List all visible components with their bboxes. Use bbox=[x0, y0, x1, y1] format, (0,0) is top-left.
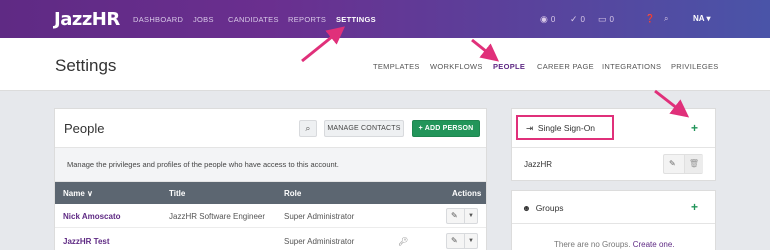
column-role-header: Role bbox=[284, 189, 302, 198]
search-icon[interactable]: ⌕ bbox=[664, 14, 668, 24]
groups-panel: ☻ Groups + There are no Groups. Create o… bbox=[511, 190, 716, 250]
nav-jobs[interactable]: JOBS bbox=[193, 15, 214, 24]
people-search-button[interactable]: ⌕ bbox=[299, 120, 317, 137]
pencil-icon[interactable]: ✎ bbox=[451, 236, 458, 245]
page-title: Settings bbox=[55, 56, 117, 75]
people-description-box: Manage the privileges and profiles of th… bbox=[55, 147, 486, 182]
sso-title: ⇥ Single Sign-On bbox=[526, 123, 595, 134]
manage-contacts-button[interactable]: MANAGE CONTACTS bbox=[324, 120, 404, 137]
trash-icon[interactable]: 🗑︎ bbox=[684, 155, 703, 173]
people-panel: People ⌕ MANAGE CONTACTS + ADD PERSON Ma… bbox=[54, 108, 487, 250]
settings-header: Settings TEMPLATES WORKFLOWS PEOPLE CARE… bbox=[0, 38, 770, 91]
person-title: JazzHR Software Engineer bbox=[169, 212, 266, 221]
tab-people[interactable]: PEOPLE bbox=[493, 62, 525, 71]
add-person-button[interactable]: + ADD PERSON bbox=[412, 120, 480, 137]
add-group-button[interactable]: + bbox=[691, 200, 698, 214]
column-actions-header: Actions bbox=[452, 189, 482, 198]
pencil-icon[interactable]: ✎ bbox=[451, 211, 458, 220]
tab-integrations[interactable]: INTEGRATIONS bbox=[602, 62, 661, 71]
person-name[interactable]: JazzHR Test bbox=[63, 237, 110, 246]
column-name-header[interactable]: Name ∨ bbox=[63, 189, 93, 198]
caret-down-icon: ▾ bbox=[706, 14, 711, 23]
nav-settings[interactable]: SETTINGS bbox=[336, 15, 376, 24]
people-title: People bbox=[64, 121, 105, 136]
tab-career-page[interactable]: CAREER PAGE bbox=[537, 62, 594, 71]
person-role: Super Administrator bbox=[284, 212, 355, 221]
app-logo[interactable]: JazzHR bbox=[54, 9, 120, 30]
sso-entry-actions: ✎ 🗑︎ bbox=[663, 154, 703, 174]
add-sso-button[interactable]: + bbox=[691, 121, 698, 135]
table-row: Nick Amoscato JazzHR Software Engineer S… bbox=[55, 204, 486, 228]
people-description: Manage the privileges and profiles of th… bbox=[67, 160, 339, 169]
check-icon: ✓ bbox=[570, 14, 578, 24]
tab-privileges[interactable]: PRIVILEGES bbox=[671, 62, 719, 71]
groups-body: There are no Groups. Create one. bbox=[512, 223, 715, 250]
views-indicator[interactable]: ◉ 0 bbox=[540, 14, 555, 25]
row-actions[interactable]: ✎ ▼ bbox=[446, 208, 478, 224]
pencil-icon[interactable]: ✎ bbox=[669, 159, 676, 168]
table-row: JazzHR Test Super Administrator 🔑︎ ✎ ▼ bbox=[55, 229, 486, 250]
checks-count: 0 bbox=[580, 15, 585, 24]
inbox-icon: ▭ bbox=[598, 14, 607, 24]
top-navbar: JazzHR DASHBOARD JOBS CANDIDATES REPORTS… bbox=[0, 0, 770, 38]
user-initials: NA bbox=[693, 14, 705, 23]
sso-entry-name: JazzHR bbox=[524, 160, 553, 169]
create-group-link[interactable]: Create one. bbox=[633, 240, 675, 249]
user-menu[interactable]: NA ▾ bbox=[693, 14, 711, 23]
nav-candidates[interactable]: CANDIDATES bbox=[228, 15, 279, 24]
sso-title-text: Single Sign-On bbox=[537, 123, 596, 133]
users-icon: ☻ bbox=[522, 203, 531, 213]
caret-down-icon[interactable]: ▼ bbox=[464, 209, 477, 223]
nav-dashboard[interactable]: DASHBOARD bbox=[133, 15, 183, 24]
inbox-count: 0 bbox=[609, 15, 614, 24]
table-header: Name ∨ Title Role Actions bbox=[55, 182, 486, 204]
search-icon: ⌕ bbox=[305, 123, 311, 133]
sign-in-icon: ⇥ bbox=[526, 123, 534, 133]
groups-title: ☻ Groups bbox=[522, 203, 564, 213]
caret-down-icon[interactable]: ▼ bbox=[464, 234, 477, 248]
key-icon: 🔑︎ bbox=[398, 237, 409, 246]
inbox-indicator[interactable]: ▭ 0 bbox=[598, 14, 614, 25]
groups-empty-message: There are no Groups. Create one. bbox=[554, 240, 675, 249]
row-actions[interactable]: ✎ ▼ bbox=[446, 233, 478, 249]
checks-indicator[interactable]: ✓ 0 bbox=[570, 14, 585, 25]
eye-icon: ◉ bbox=[540, 14, 548, 24]
person-name[interactable]: Nick Amoscato bbox=[63, 212, 121, 221]
column-title-header: Title bbox=[169, 189, 186, 198]
help-icon[interactable]: ❓ bbox=[645, 14, 655, 23]
tab-workflows[interactable]: WORKFLOWS bbox=[430, 62, 483, 71]
views-count: 0 bbox=[550, 15, 556, 24]
person-role: Super Administrator bbox=[284, 237, 355, 246]
sso-entry: JazzHR ✎ 🗑︎ bbox=[512, 147, 715, 181]
tab-templates[interactable]: TEMPLATES bbox=[373, 62, 420, 71]
groups-title-text: Groups bbox=[535, 203, 564, 213]
sso-panel: ⇥ Single Sign-On + JazzHR ✎ 🗑︎ bbox=[511, 108, 716, 181]
sso-header-highlight: ⇥ Single Sign-On bbox=[516, 115, 614, 140]
groups-empty-text: There are no Groups. bbox=[554, 240, 631, 249]
nav-reports[interactable]: REPORTS bbox=[288, 15, 326, 24]
